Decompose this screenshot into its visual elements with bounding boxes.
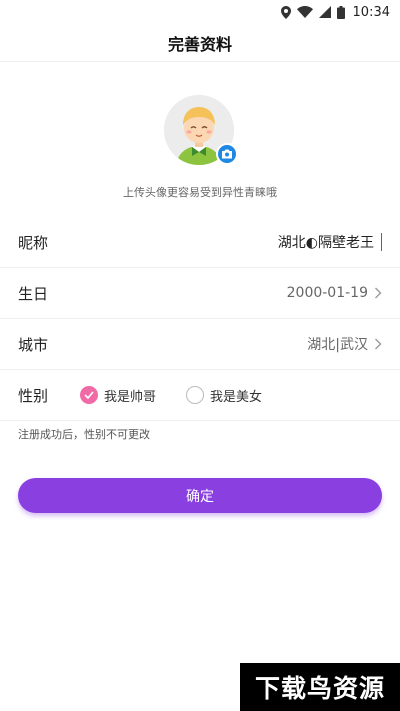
- nickname-row[interactable]: 昵称 湖北◐隔壁老王: [0, 217, 400, 268]
- city-value-wrap: 湖北|武汉: [307, 334, 382, 354]
- radio-checked-icon[interactable]: [80, 386, 99, 404]
- page-title: 完善资料: [167, 34, 232, 54]
- gender-option-female-label: 我是美女: [210, 389, 263, 405]
- radio-unchecked-icon[interactable]: [186, 386, 205, 404]
- camera-badge[interactable]: [216, 143, 238, 165]
- chevron-right-icon: [375, 287, 382, 299]
- nickname-input[interactable]: 湖北◐隔壁老王: [278, 232, 382, 252]
- gender-options: 我是帅哥 我是美女: [80, 386, 262, 405]
- wifi-icon: [296, 6, 313, 18]
- nickname-label: 昵称: [18, 233, 49, 252]
- birthday-label: 生日: [18, 284, 49, 303]
- avatar-upload[interactable]: [164, 95, 238, 167]
- avatar-hint: 上传头像更容易受到异性青睐哦: [123, 186, 277, 199]
- gender-option-female[interactable]: 我是美女: [186, 386, 262, 405]
- birthday-value: 2000-01-19: [286, 285, 368, 301]
- location-icon: [280, 5, 291, 19]
- city-row[interactable]: 城市 湖北|武汉: [0, 319, 400, 370]
- birthday-row[interactable]: 生日 2000-01-19: [0, 268, 400, 319]
- gender-label: 性别: [18, 386, 49, 405]
- nav-bar: 完善资料: [0, 24, 400, 62]
- city-label: 城市: [18, 335, 49, 354]
- watermark: 下载鸟资源: [240, 663, 400, 711]
- gender-note: 注册成功后，性别不可更改: [18, 428, 150, 441]
- confirm-button[interactable]: 确定: [18, 478, 382, 513]
- gender-row: 性别 我是帅哥 我是美女: [0, 370, 400, 421]
- gender-option-male[interactable]: 我是帅哥: [80, 386, 156, 405]
- text-cursor: [381, 233, 382, 251]
- status-time: 10:34: [352, 4, 390, 20]
- battery-icon: [336, 5, 345, 19]
- nickname-value: 湖北◐隔壁老王: [277, 235, 374, 251]
- birthday-value-wrap: 2000-01-19: [287, 285, 382, 301]
- city-value: 湖北|武汉: [307, 337, 368, 353]
- status-bar: 10:34: [0, 0, 400, 24]
- camera-icon: [222, 149, 232, 159]
- chevron-right-icon: [375, 338, 382, 350]
- gender-option-male-label: 我是帅哥: [104, 389, 157, 405]
- signal-icon: [318, 6, 331, 18]
